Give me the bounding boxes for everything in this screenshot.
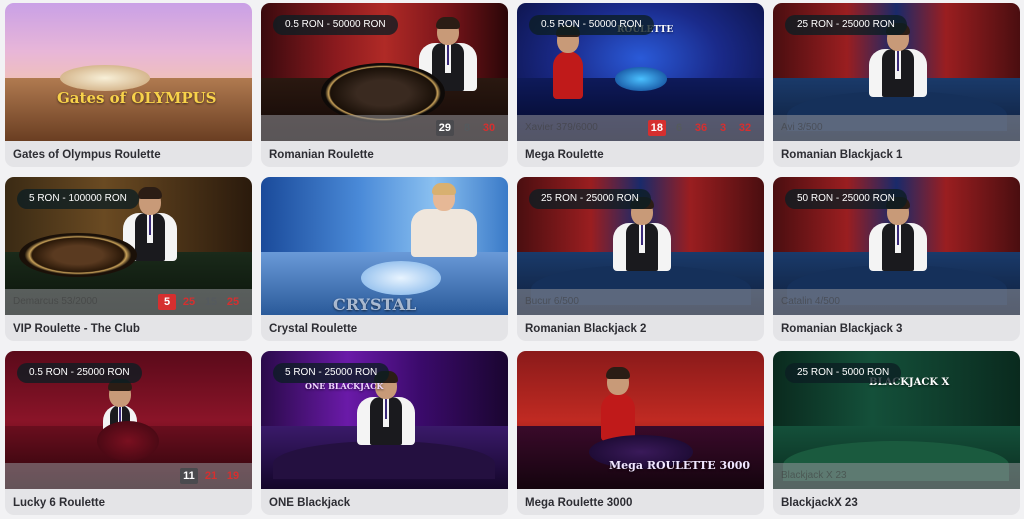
result-number: 3: [719, 122, 727, 134]
result-number: 25: [226, 296, 240, 308]
game-title[interactable]: Mega Roulette 3000: [525, 497, 632, 509]
table-occupancy: Demarcus 53/2000: [13, 296, 98, 307]
dealer-figure: [553, 25, 583, 103]
table-status-bar: Avi 3/500: [773, 115, 1020, 141]
game-thumbnail[interactable]: 50 RON - 25000 RON Catalin 4/500: [773, 177, 1020, 315]
result-number: 30: [482, 122, 496, 134]
bet-limit-badge: 0.5 RON - 25000 RON: [17, 363, 142, 383]
recent-results: 11 21 19: [180, 468, 242, 484]
dealer-figure: [869, 23, 927, 101]
game-title[interactable]: BlackjackX 23: [781, 497, 858, 509]
result-number: 8: [463, 122, 471, 134]
dealer-figure: [601, 367, 635, 445]
game-logo: Gates of OLYMPUS: [57, 89, 217, 107]
result-number: 36: [694, 122, 708, 134]
game-card[interactable]: Gates of OLYMPUS Gates of Olympus Roulett…: [5, 3, 252, 167]
bet-limit-badge: 50 RON - 25000 RON: [785, 189, 907, 209]
game-thumbnail[interactable]: Mega ROULETTE 3000: [517, 351, 764, 489]
game-title[interactable]: Romanian Blackjack 1: [781, 149, 902, 161]
recent-results: 18 6 36 3 32: [647, 120, 754, 136]
game-thumbnail[interactable]: 25 RON - 25000 RON Avi 3/500: [773, 3, 1020, 141]
dealer-figure: [613, 197, 671, 275]
dealer-figure: [411, 183, 477, 261]
result-number: 6: [675, 122, 683, 134]
game-thumbnail[interactable]: CRYSTAL: [261, 177, 508, 315]
table-status-bar: Demarcus 53/2000 5 25 15 25: [5, 289, 252, 315]
table-occupancy: Blackjack X 23: [781, 470, 847, 481]
table-occupancy: Catalin 4/500: [781, 296, 840, 307]
game-card[interactable]: 0.5 RON - 50000 RON 29 8 30 Romanian Roulett…: [261, 3, 508, 167]
game-logo: Mega ROULETTE 3000: [609, 459, 751, 472]
result-number: 5: [158, 294, 176, 310]
bet-limit-badge: 25 RON - 25000 RON: [529, 189, 651, 209]
result-number: 18: [647, 120, 666, 136]
table-status-bar: Catalin 4/500: [773, 289, 1020, 315]
bet-limit-badge: 25 RON - 25000 RON: [785, 15, 907, 35]
roulette-wheel: [19, 233, 137, 277]
game-logo: CRYSTAL: [333, 295, 417, 314]
table-status-bar: Blackjack X 23: [773, 463, 1020, 489]
game-card[interactable]: CRYSTAL Crystal Roulette: [261, 177, 508, 341]
result-number: 32: [738, 122, 752, 134]
roulette-wheel: [615, 67, 667, 91]
bet-limit-badge: 0.5 RON - 50000 RON: [529, 15, 654, 35]
game-thumbnail[interactable]: Gates of OLYMPUS: [5, 3, 252, 141]
game-title[interactable]: Crystal Roulette: [269, 323, 357, 335]
table-status-bar: Xavier 379/6000 18 6 36 3 32: [517, 115, 764, 141]
game-card[interactable]: Mega ROULETTE 3000 Mega Roulette 3000: [517, 351, 764, 515]
game-card[interactable]: 0.5 RON - 25000 RON 11 21 19 Lucky 6 Roulett…: [5, 351, 252, 515]
game-thumbnail[interactable]: 5 RON - 100000 RON Demarcus 53/2000 5 25 15 2…: [5, 177, 252, 315]
game-thumbnail[interactable]: BLACKJACK X 25 RON - 5000 RON Blackjack X …: [773, 351, 1020, 489]
game-title[interactable]: Mega Roulette: [525, 149, 604, 161]
game-thumbnail[interactable]: 25 RON - 25000 RON Bucur 6/500: [517, 177, 764, 315]
game-card[interactable]: ONE BLACKJACK 5 RON - 25000 RON ONE Blackj…: [261, 351, 508, 515]
game-title[interactable]: VIP Roulette - The Club: [13, 323, 140, 335]
game-card[interactable]: 50 RON - 25000 RON Catalin 4/500 Romanian …: [773, 177, 1020, 341]
recent-results: 5 25 15 25: [158, 294, 242, 310]
game-card[interactable]: ROULETTE0.5 RON - 50000 RONXavier 379/60…: [517, 3, 764, 167]
game-title[interactable]: Romanian Blackjack 3: [781, 323, 902, 335]
table-status-bar: 29 8 30: [261, 115, 508, 141]
bet-limit-badge: 5 RON - 25000 RON: [273, 363, 390, 383]
game-thumbnail[interactable]: ONE BLACKJACK 5 RON - 25000 RON: [261, 351, 508, 489]
game-title[interactable]: Romanian Roulette: [269, 149, 374, 161]
game-card[interactable]: BLACKJACK X 25 RON - 5000 RON Blackjack X …: [773, 351, 1020, 515]
game-title[interactable]: ONE Blackjack: [269, 497, 350, 509]
table-occupancy: Xavier 379/6000: [525, 122, 598, 133]
table-occupancy: Avi 3/500: [781, 122, 823, 133]
table-status-bar: Bucur 6/500: [517, 289, 764, 315]
game-thumbnail[interactable]: 0.5 RON - 25000 RON 11 21 19: [5, 351, 252, 489]
recent-results: 29 8 30: [435, 120, 498, 136]
dealer-figure: [869, 197, 927, 275]
roulette-wheel: [97, 421, 159, 461]
table-status-bar: 11 21 19: [5, 463, 252, 489]
result-number: 19: [226, 470, 240, 482]
game-card[interactable]: 25 RON - 25000 RON Bucur 6/500 Romanian Bl…: [517, 177, 764, 341]
roulette-wheel: [321, 63, 445, 123]
bet-limit-badge: 5 RON - 100000 RON: [17, 189, 139, 209]
result-number: 15: [204, 296, 218, 308]
result-number: 25: [182, 296, 196, 308]
roulette-wheel: [60, 65, 150, 91]
result-number: 21: [204, 470, 218, 482]
bet-limit-badge: 0.5 RON - 50000 RON: [273, 15, 398, 35]
bet-limit-badge: 25 RON - 5000 RON: [785, 363, 902, 383]
game-thumbnail[interactable]: ROULETTE0.5 RON - 50000 RONXavier 379/60…: [517, 3, 764, 141]
roulette-wheel: [361, 261, 441, 295]
game-card[interactable]: 25 RON - 25000 RON Avi 3/500 Romanian Blac…: [773, 3, 1020, 167]
game-title[interactable]: Romanian Blackjack 2: [525, 323, 646, 335]
game-title[interactable]: Gates of Olympus Roulette: [13, 149, 161, 161]
game-grid: Gates of OLYMPUS Gates of Olympus Roulett…: [5, 3, 1020, 515]
game-scene-image: [5, 3, 252, 141]
game-card[interactable]: 5 RON - 100000 RON Demarcus 53/2000 5 25 15 2…: [5, 177, 252, 341]
table-occupancy: Bucur 6/500: [525, 296, 579, 307]
game-title[interactable]: Lucky 6 Roulette: [13, 497, 105, 509]
result-number: 29: [435, 120, 454, 136]
game-thumbnail[interactable]: 0.5 RON - 50000 RON 29 8 30: [261, 3, 508, 141]
result-number: 11: [180, 468, 198, 484]
